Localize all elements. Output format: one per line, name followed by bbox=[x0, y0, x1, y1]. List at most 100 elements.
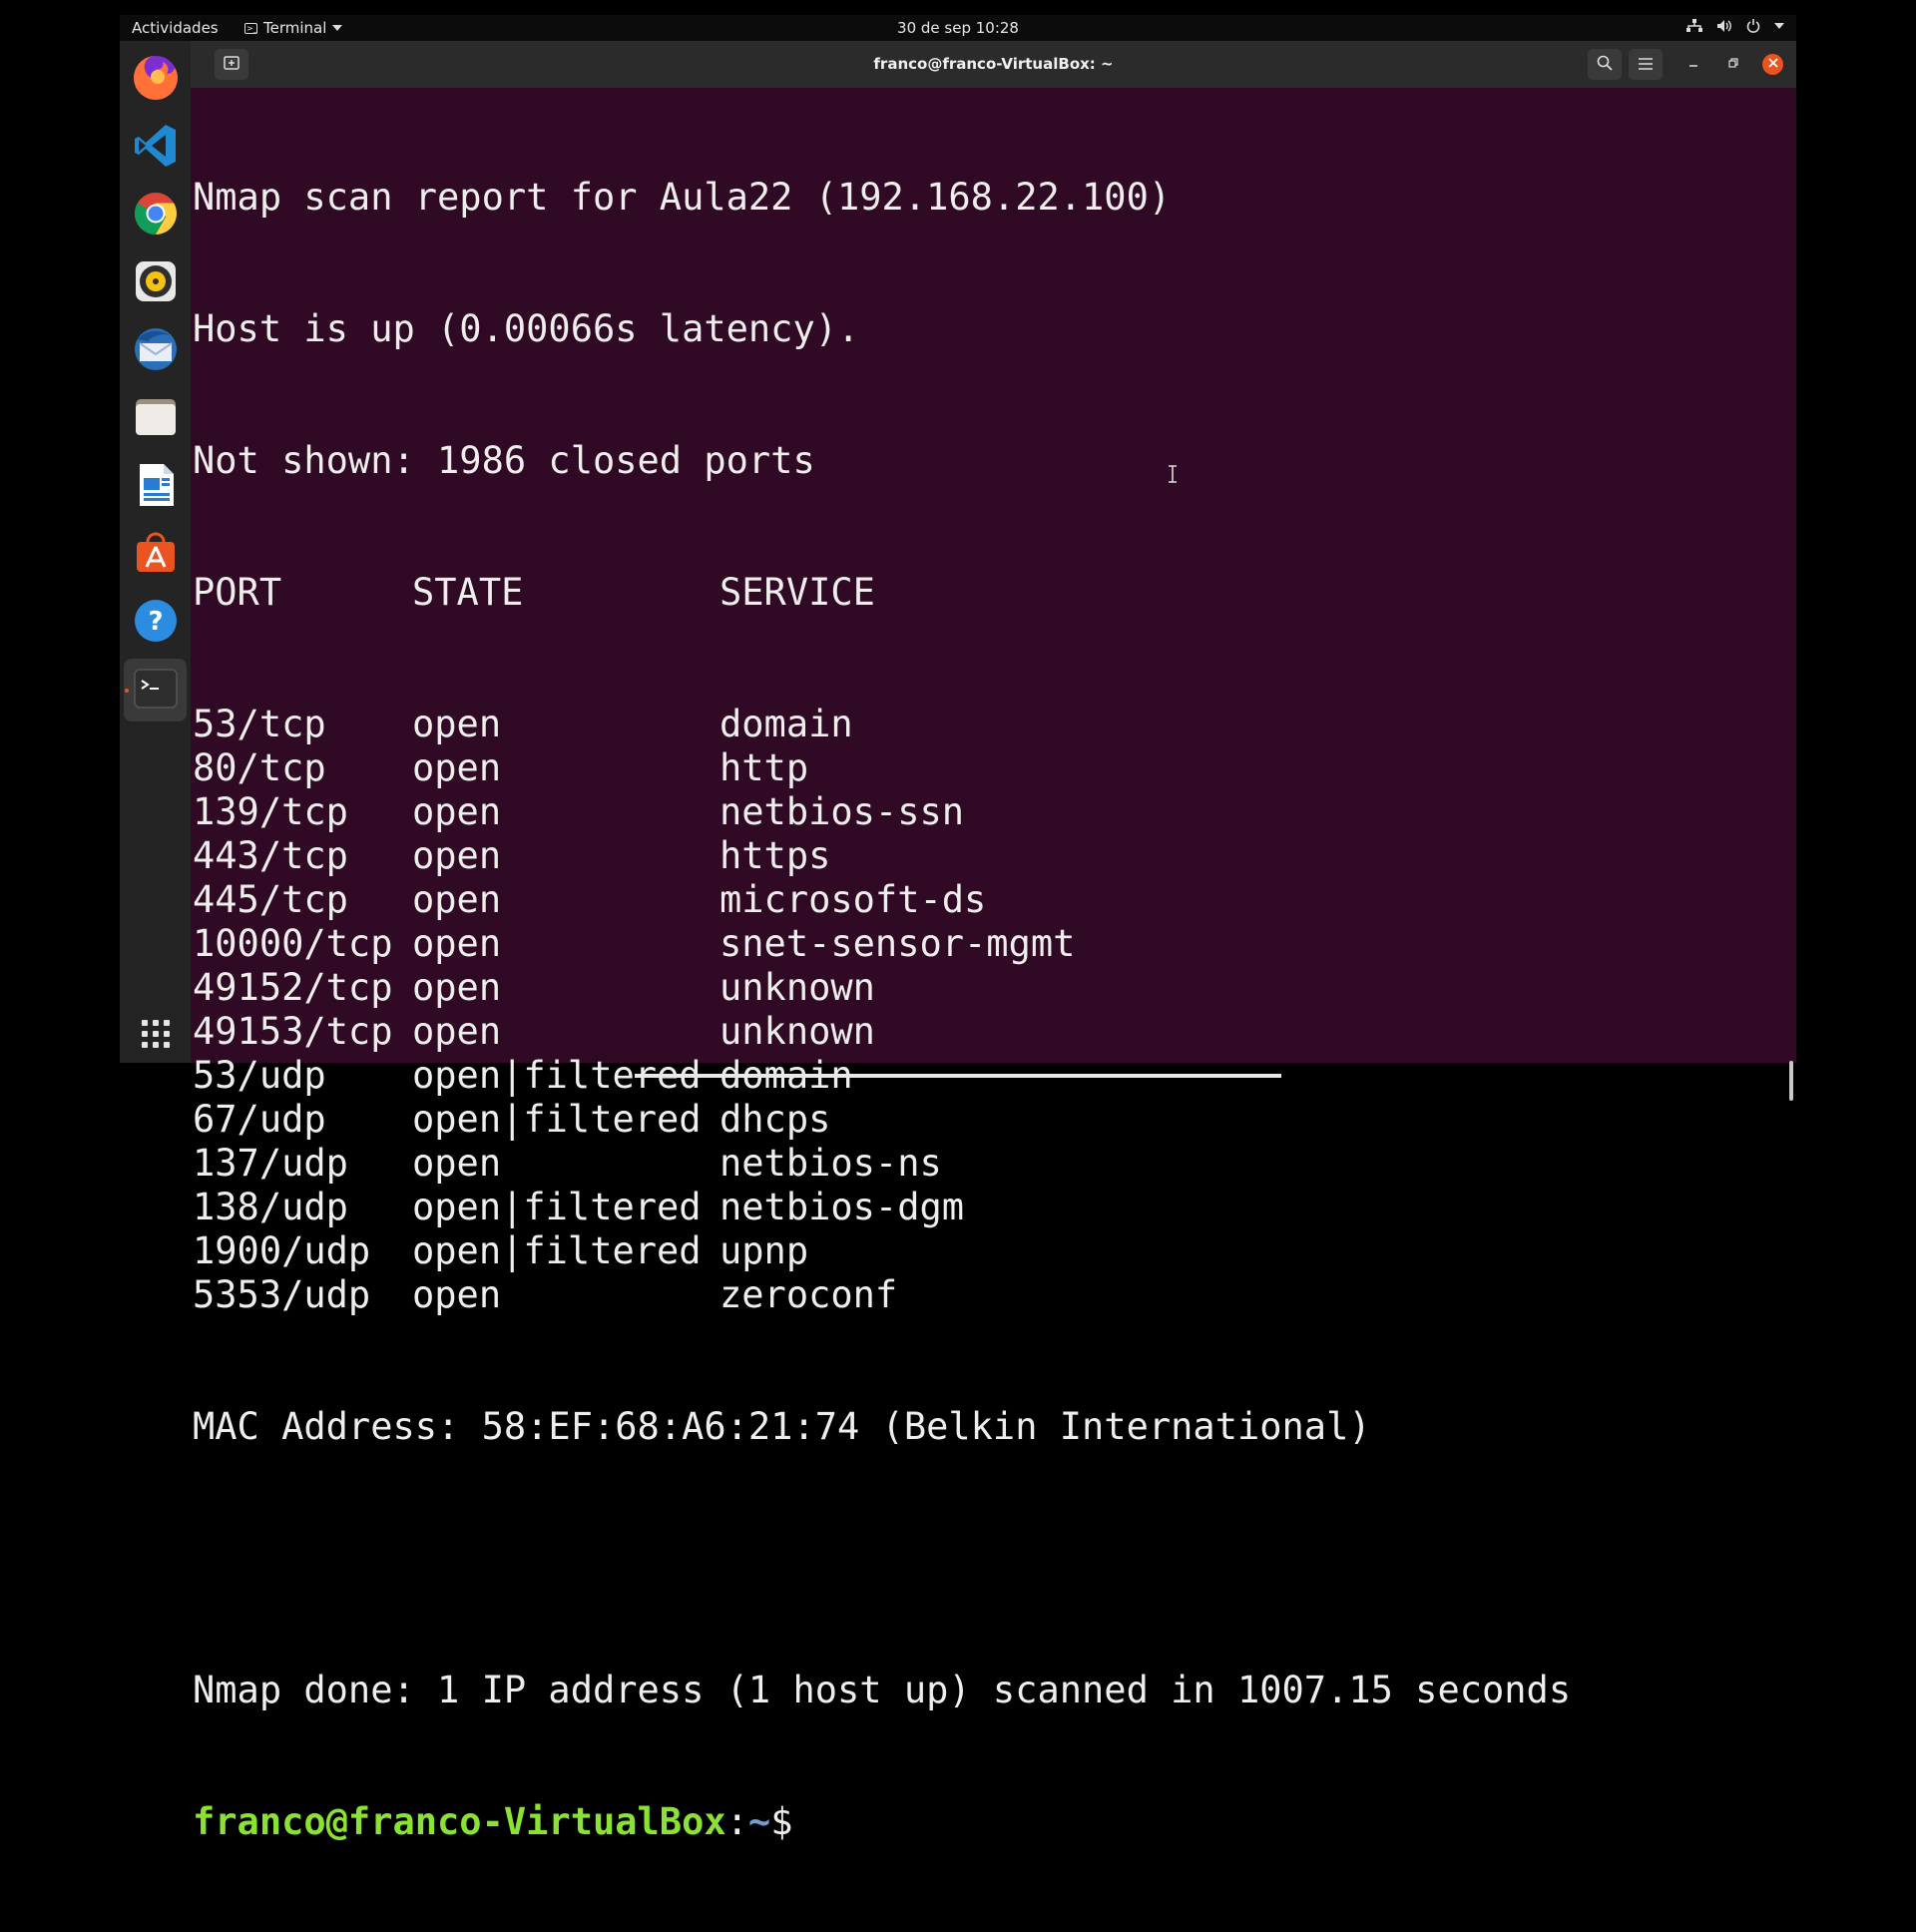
service-cell: dhcps bbox=[719, 1098, 831, 1141]
shell-prompt[interactable]: franco@franco-VirtualBox:~$ bbox=[193, 1800, 1571, 1844]
dock-item-terminal[interactable] bbox=[124, 659, 187, 722]
port-cell: 138/udp bbox=[193, 1186, 348, 1228]
table-row: 10000/tcp open snet-sensor-mgmt bbox=[193, 922, 1571, 966]
port-cell: 137/udp bbox=[193, 1142, 348, 1185]
output-line: Not shown: 1986 closed ports bbox=[193, 439, 815, 482]
help-icon: ? bbox=[133, 598, 179, 648]
maximize-button[interactable] bbox=[1722, 54, 1743, 75]
search-icon bbox=[1597, 55, 1613, 75]
prompt-symbol: $ bbox=[770, 1800, 793, 1843]
state-cell: open|filtered bbox=[412, 1186, 702, 1228]
bottom-edge-bar bbox=[635, 1074, 1281, 1078]
prompt-user: franco@franco-VirtualBox bbox=[193, 1800, 726, 1843]
table-row: 5353/udp open zeroconf bbox=[193, 1273, 1571, 1317]
dock-item-chrome[interactable] bbox=[124, 184, 187, 246]
rhythmbox-icon bbox=[133, 258, 179, 308]
firefox-icon bbox=[131, 53, 181, 107]
state-cell: open bbox=[412, 1273, 502, 1316]
service-cell: snet-sensor-mgmt bbox=[719, 922, 1076, 965]
dock-item-vscode[interactable] bbox=[124, 116, 187, 179]
column-header-service: SERVICE bbox=[719, 571, 875, 614]
power-icon[interactable] bbox=[1746, 19, 1760, 33]
port-cell: 49153/tcp bbox=[193, 1010, 393, 1053]
search-button[interactable] bbox=[1588, 49, 1622, 80]
state-cell: open bbox=[412, 878, 502, 921]
service-cell: http bbox=[719, 746, 809, 789]
chrome-icon bbox=[133, 191, 179, 241]
service-cell: zeroconf bbox=[719, 1273, 898, 1316]
column-header-state: STATE bbox=[412, 571, 524, 614]
state-cell: open bbox=[412, 922, 502, 965]
terminal-text: Nmap scan report for Aula22 (192.168.22.… bbox=[193, 88, 1571, 1932]
desktop: Actividades >_ Terminal 30 de sep 10:28 bbox=[0, 0, 1916, 1843]
table-row: 80/tcp open http bbox=[193, 746, 1571, 790]
table-header: PORT STATE SERVICE bbox=[193, 571, 1571, 615]
table-row: 443/tcp open https bbox=[193, 834, 1571, 878]
menu-button[interactable] bbox=[1629, 49, 1663, 80]
dock-item-files[interactable] bbox=[124, 387, 187, 450]
terminal-icon bbox=[133, 668, 178, 713]
text-cursor-icon bbox=[1168, 465, 1178, 483]
port-cell: 1900/udp bbox=[193, 1229, 371, 1272]
files-icon bbox=[133, 394, 179, 444]
dock-item-firefox[interactable] bbox=[124, 48, 187, 111]
minimize-button[interactable] bbox=[1682, 54, 1703, 75]
writer-icon bbox=[134, 462, 178, 512]
close-icon bbox=[1767, 57, 1778, 72]
port-table: 53/tcp open domain 80/tcp open http 139/tcp ope… bbox=[193, 703, 1571, 1317]
table-row: 53/tcp open domain bbox=[193, 703, 1571, 746]
network-icon[interactable] bbox=[1686, 19, 1702, 33]
port-cell: 5353/udp bbox=[193, 1273, 371, 1316]
state-cell: open bbox=[412, 790, 502, 833]
column-header-port: PORT bbox=[193, 571, 282, 614]
port-cell: 67/udp bbox=[193, 1098, 326, 1141]
thunderbird-icon bbox=[132, 325, 180, 377]
running-indicator bbox=[125, 689, 129, 693]
scrollbar[interactable] bbox=[1789, 1061, 1793, 1101]
dock-item-thunderbird[interactable] bbox=[124, 319, 187, 382]
service-cell: microsoft-ds bbox=[719, 878, 987, 921]
dock-item-help[interactable]: ? bbox=[124, 591, 187, 654]
table-row: 1900/udp open|filtered upnp bbox=[193, 1229, 1571, 1273]
table-row: 49152/tcp open unknown bbox=[193, 966, 1571, 1010]
chevron-down-icon[interactable] bbox=[1774, 23, 1784, 29]
nmap-done-line: Nmap done: 1 IP address (1 host up) scan… bbox=[193, 1669, 1572, 1711]
output-line: Host is up (0.00066s latency). bbox=[193, 307, 860, 350]
dock-item-rhythmbox[interactable] bbox=[124, 251, 187, 314]
state-cell: open bbox=[412, 966, 502, 1009]
table-row: 137/udp open netbios-ns bbox=[193, 1142, 1571, 1186]
dock-item-writer[interactable] bbox=[124, 455, 187, 518]
clock[interactable]: 30 de sep 10:28 bbox=[120, 19, 1796, 37]
state-cell: open bbox=[412, 746, 502, 789]
volume-icon[interactable] bbox=[1716, 19, 1732, 33]
show-applications-button[interactable] bbox=[124, 1004, 187, 1067]
port-cell: 443/tcp bbox=[193, 834, 348, 877]
port-cell: 80/tcp bbox=[193, 746, 326, 789]
port-cell: 49152/tcp bbox=[193, 966, 393, 1009]
table-row: 67/udp open|filtered dhcps bbox=[193, 1098, 1571, 1142]
svg-text:?: ? bbox=[148, 607, 163, 637]
close-button[interactable] bbox=[1762, 54, 1783, 75]
terminal-window: franco@franco-VirtualBox: ~ Nmap scan re… bbox=[191, 41, 1796, 1843]
restore-icon bbox=[1727, 57, 1738, 72]
prompt-separator: : bbox=[725, 1800, 748, 1843]
port-cell: 53/tcp bbox=[193, 703, 326, 745]
state-cell: open bbox=[412, 1142, 502, 1185]
port-cell: 10000/tcp bbox=[193, 922, 393, 965]
table-row: 445/tcp open microsoft-ds bbox=[193, 878, 1571, 922]
terminal-output[interactable]: Nmap scan report for Aula22 (192.168.22.… bbox=[191, 88, 1796, 1843]
service-cell: domain bbox=[719, 703, 853, 745]
service-cell: https bbox=[719, 834, 831, 877]
system-tray[interactable] bbox=[1686, 19, 1784, 33]
hamburger-icon bbox=[1639, 55, 1653, 74]
port-cell: 445/tcp bbox=[193, 878, 348, 921]
mac-address-line: MAC Address: 58:EF:68:A6:21:74 (Belkin I… bbox=[193, 1405, 1371, 1448]
port-cell: 53/udp bbox=[193, 1054, 326, 1097]
header-bar[interactable]: franco@franco-VirtualBox: ~ bbox=[191, 41, 1796, 88]
table-row: 49153/tcp open unknown bbox=[193, 1010, 1571, 1054]
software-icon bbox=[133, 530, 179, 580]
dock-item-software[interactable] bbox=[124, 523, 187, 586]
prompt-path: ~ bbox=[747, 1800, 771, 1843]
port-cell: 139/tcp bbox=[193, 790, 348, 833]
